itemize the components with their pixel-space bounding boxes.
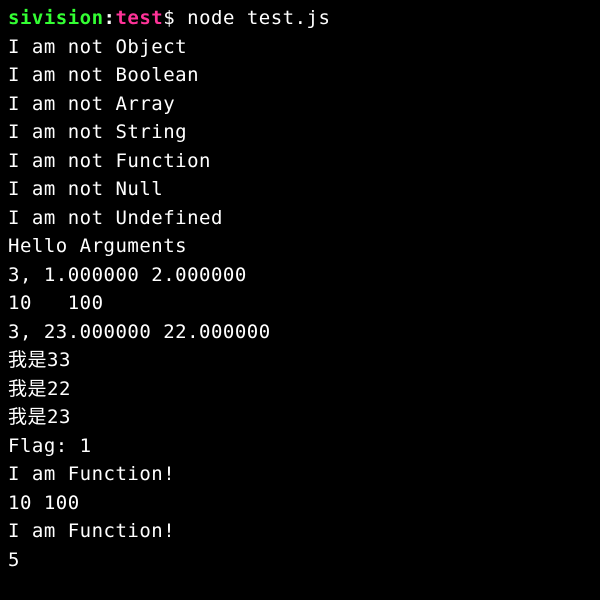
- output-line: 10 100: [8, 489, 592, 518]
- output-line: I am not Undefined: [8, 204, 592, 233]
- prompt-colon: :: [104, 7, 116, 29]
- output-line: I am Function!: [8, 517, 592, 546]
- output-line: I am not String: [8, 118, 592, 147]
- terminal-output: I am not ObjectI am not BooleanI am not …: [8, 33, 592, 575]
- prompt-user: sivision: [8, 7, 104, 29]
- prompt-dollar: $: [163, 7, 187, 29]
- output-line: 我是22: [8, 375, 592, 404]
- output-line: I am Function!: [8, 460, 592, 489]
- output-line: 10 100: [8, 289, 592, 318]
- output-line: Flag: 1: [8, 432, 592, 461]
- command-text: node test.js: [187, 7, 330, 29]
- output-line: Hello Arguments: [8, 232, 592, 261]
- output-line: 3, 23.000000 22.000000: [8, 318, 592, 347]
- output-line: I am not Object: [8, 33, 592, 62]
- output-line: 我是23: [8, 403, 592, 432]
- output-line: 3, 1.000000 2.000000: [8, 261, 592, 290]
- output-line: I am not Boolean: [8, 61, 592, 90]
- output-line: I am not Array: [8, 90, 592, 119]
- output-line: I am not Null: [8, 175, 592, 204]
- terminal-prompt-line[interactable]: sivision:test$ node test.js: [8, 4, 592, 33]
- output-line: I am not Function: [8, 147, 592, 176]
- prompt-directory: test: [115, 7, 163, 29]
- output-line: 5: [8, 546, 592, 575]
- output-line: 我是33: [8, 346, 592, 375]
